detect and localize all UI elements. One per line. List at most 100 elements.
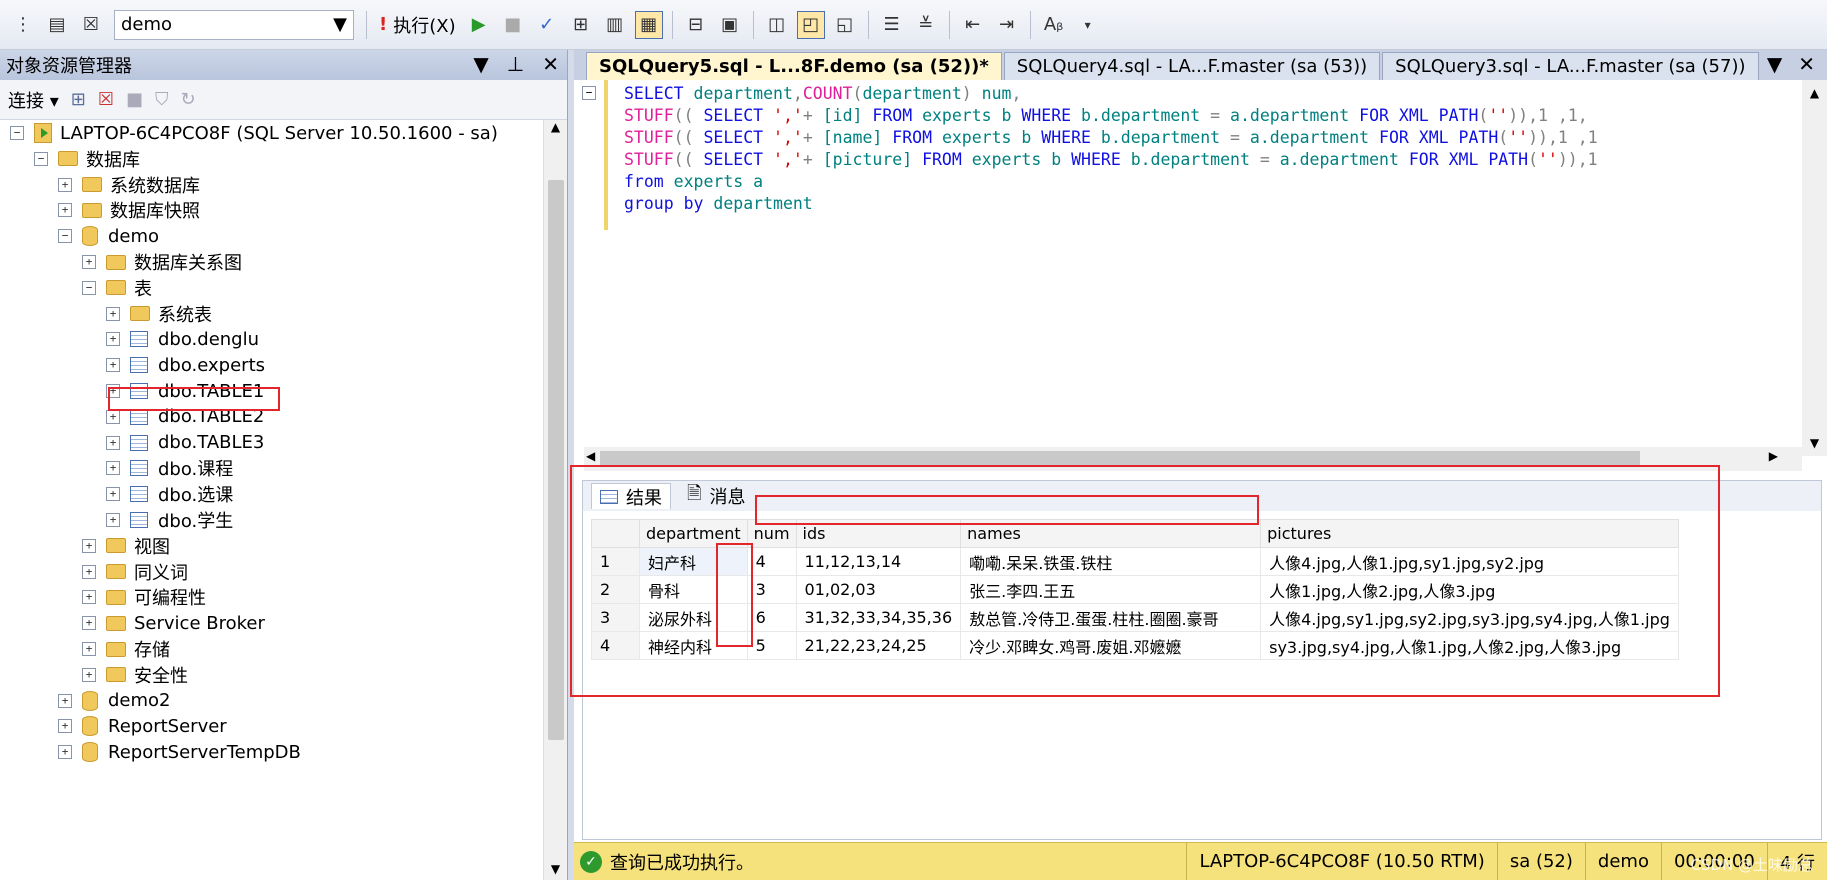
decrease-indent-icon[interactable]: ⇤ — [959, 11, 987, 39]
tree-item[interactable]: + demo2 — [58, 688, 171, 714]
tree-item[interactable]: + dbo.experts — [106, 352, 265, 378]
stop-icon[interactable]: ■ — [499, 11, 527, 39]
scroll-left-icon[interactable]: ◀ — [586, 449, 595, 463]
disconnect-icon[interactable]: ☒ — [98, 89, 114, 110]
refresh-icon[interactable]: ↻ — [181, 89, 196, 110]
tree-item[interactable]: + dbo.课程 — [106, 455, 233, 481]
query-options-icon[interactable]: ⊟ — [682, 11, 710, 39]
scroll-down-icon[interactable]: ▼ — [544, 862, 567, 876]
tree-item[interactable]: + 系统数据库 — [58, 172, 200, 198]
tab-query[interactable]: SQLQuery5.sql - L...8F.demo (sa (52))* — [586, 52, 1002, 80]
scroll-up-icon[interactable]: ▲ — [544, 120, 567, 134]
connect-icon[interactable]: ⊞ — [71, 89, 86, 110]
client-stats-icon[interactable]: ◰ — [796, 10, 825, 39]
tree-item[interactable]: + dbo.学生 — [106, 507, 233, 533]
expand-icon[interactable]: + — [58, 203, 72, 218]
tree-item[interactable]: + 视图 — [82, 533, 170, 559]
expand-icon[interactable]: + — [58, 745, 72, 760]
expand-icon[interactable]: + — [106, 487, 120, 502]
expand-icon[interactable]: + — [58, 177, 72, 192]
tree-item[interactable]: + 存储 — [82, 636, 170, 662]
disconnect-icon[interactable]: ☒ — [77, 11, 105, 39]
tree-item[interactable]: + ReportServerTempDB — [58, 739, 301, 765]
tree-item[interactable]: + dbo.选课 — [106, 481, 233, 507]
comment-icon[interactable]: ☰ — [878, 11, 906, 39]
collapse-icon[interactable]: − — [582, 86, 596, 100]
tree-item[interactable]: − 表 — [82, 275, 152, 301]
expand-icon[interactable]: + — [82, 590, 96, 605]
scroll-up-icon[interactable]: ▲ — [1802, 86, 1827, 100]
toolbar-overflow-icon[interactable]: ▾ — [1074, 11, 1102, 39]
code-token: ,1 ,1 — [1547, 128, 1598, 147]
collapse-icon[interactable]: − — [34, 151, 48, 166]
expand-icon[interactable]: + — [106, 332, 120, 347]
scroll-right-icon[interactable]: ▶ — [1769, 449, 1778, 463]
collapse-icon[interactable]: − — [58, 229, 72, 244]
editor-vertical-scrollbar[interactable]: ▲ ▼ — [1802, 80, 1827, 456]
collapse-icon[interactable]: − — [82, 280, 96, 295]
uncomment-icon[interactable]: ≚ — [912, 11, 940, 39]
include-plan-icon[interactable]: ◫ — [763, 11, 791, 39]
tree-item[interactable]: + 系统表 — [106, 301, 212, 327]
tree-item[interactable]: + 安全性 — [82, 662, 188, 688]
code-token: )) — [1557, 150, 1578, 169]
success-icon: ✓ — [580, 850, 602, 873]
expand-icon[interactable]: + — [106, 358, 120, 373]
tree-item[interactable]: − demo — [58, 223, 159, 249]
execute-button[interactable]: ! 执行(X) — [379, 12, 456, 38]
tree-item[interactable]: + Service Broker — [82, 610, 265, 636]
dropdown-icon[interactable]: ▼ — [473, 52, 488, 76]
tab-query[interactable]: SQLQuery3.sql - LA...F.master (sa (57)) — [1382, 52, 1759, 80]
tree-item[interactable]: − LAPTOP-6C4PCO8F (SQL Server 10.50.1600 … — [10, 120, 498, 146]
code-token: = — [1259, 150, 1280, 169]
tab-query[interactable]: SQLQuery4.sql - LA...F.master (sa (53)) — [1003, 52, 1381, 80]
scroll-down-icon[interactable]: ▼ — [1802, 436, 1827, 450]
expand-icon[interactable]: + — [82, 538, 96, 553]
expand-icon[interactable]: + — [58, 719, 72, 734]
debug-icon[interactable]: ▶ — [465, 11, 493, 39]
pin-icon[interactable]: ⊥ — [507, 52, 524, 76]
collapse-icon[interactable]: − — [10, 126, 24, 140]
tree-item[interactable]: − 数据库 — [34, 146, 140, 172]
code-line: group by department — [624, 194, 813, 213]
results-to-text-icon[interactable]: ◱ — [831, 11, 859, 39]
close-icon[interactable]: ✕ — [542, 52, 559, 76]
tab-list-icon[interactable]: ▼ — [1767, 52, 1782, 76]
object-explorer-scrollbar[interactable]: ▲ ▼ — [543, 120, 567, 880]
intellisense-icon[interactable]: ▣ — [716, 11, 744, 39]
object-explorer-icon[interactable]: ▤ — [43, 11, 71, 39]
tree-item[interactable]: + ReportServer — [58, 713, 227, 739]
tree-item[interactable]: + 数据库关系图 — [82, 249, 242, 275]
expand-icon[interactable]: + — [106, 409, 120, 424]
scrollbar-thumb[interactable] — [548, 180, 564, 740]
results-to-grid-icon[interactable]: ▦ — [634, 10, 663, 39]
close-tab-icon[interactable]: ✕ — [1798, 52, 1815, 76]
query-designer-icon[interactable]: ▥ — [601, 11, 629, 39]
expand-icon[interactable]: + — [106, 435, 120, 450]
parse-icon[interactable]: ✓ — [533, 11, 561, 39]
expand-icon[interactable]: + — [58, 693, 72, 708]
increase-indent-icon[interactable]: ⇥ — [993, 11, 1021, 39]
expand-icon[interactable]: + — [106, 306, 120, 321]
expand-icon[interactable]: + — [106, 513, 120, 527]
specify-values-icon[interactable]: Aᵦ — [1040, 11, 1068, 39]
tree-item[interactable]: + dbo.denglu — [106, 326, 259, 352]
expand-icon[interactable]: + — [82, 667, 96, 682]
status-server: LAPTOP-6C4PCO8F (10.50 RTM) — [1186, 842, 1496, 880]
connect-button[interactable]: 连接 ▾ — [8, 87, 59, 113]
expand-icon[interactable]: + — [106, 461, 120, 476]
expand-icon[interactable]: + — [82, 564, 96, 579]
expand-icon[interactable]: + — [82, 616, 96, 631]
status-bar: ✓ 查询已成功执行。 LAPTOP-6C4PCO8F (10.50 RTM) s… — [574, 842, 1827, 880]
estimated-plan-icon[interactable]: ⊞ — [567, 11, 595, 39]
filter-icon[interactable]: ⛉ — [155, 89, 169, 110]
sql-code-area[interactable]: − SELECT department,COUNT(department) nu… — [574, 80, 1802, 456]
expand-icon[interactable]: + — [82, 255, 96, 269]
tree-item[interactable]: + 数据库快照 — [58, 197, 200, 223]
tree-item[interactable]: + 同义词 — [82, 559, 188, 585]
tree-item[interactable]: + 可编程性 — [82, 584, 206, 610]
tree-item[interactable]: + dbo.TABLE3 — [106, 430, 264, 456]
stop-icon[interactable]: ■ — [126, 89, 143, 110]
expand-icon[interactable]: + — [82, 642, 96, 656]
database-select[interactable]: demo ▼ — [114, 9, 354, 40]
